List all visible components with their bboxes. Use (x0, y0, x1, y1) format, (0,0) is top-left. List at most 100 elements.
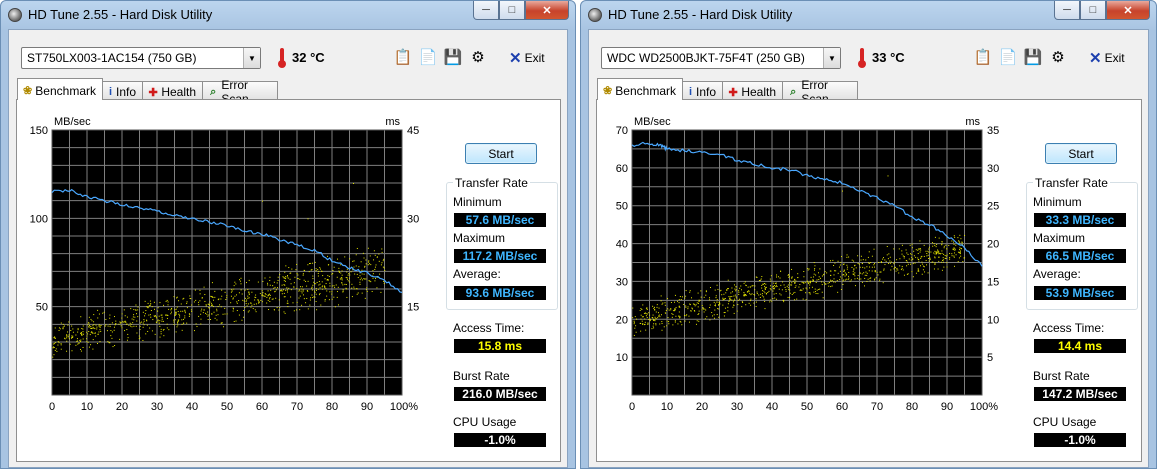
tab-info[interactable]: i Info (682, 81, 723, 100)
copy-screenshot-icon[interactable]: 📄 (419, 48, 438, 66)
access-point (868, 262, 870, 264)
copy-screenshot-icon[interactable]: 📄 (999, 48, 1018, 66)
drive-select[interactable]: WDC WD2500BJKT-75F4T (250 GB) ▼ (601, 47, 841, 69)
exit-button[interactable]: ✕ Exit (509, 49, 545, 67)
access-point (703, 296, 705, 298)
access-point (309, 304, 311, 306)
access-point (775, 276, 777, 278)
access-point (305, 302, 307, 304)
access-point (889, 262, 891, 264)
access-point (821, 281, 823, 283)
access-point (864, 277, 866, 279)
access-point (809, 282, 811, 284)
access-point (80, 341, 82, 343)
access-point (964, 234, 966, 236)
access-point (95, 324, 97, 326)
access-point (702, 308, 704, 310)
access-point (315, 301, 317, 303)
tab-benchmark[interactable]: ❀ Benchmark (17, 78, 103, 100)
access-point (69, 343, 71, 345)
access-point (857, 255, 859, 257)
access-point (789, 292, 791, 294)
access-point (269, 297, 271, 299)
access-point (251, 291, 253, 293)
access-point (700, 290, 702, 292)
access-point (108, 342, 110, 344)
access-point (126, 316, 128, 318)
start-button[interactable]: Start (1045, 143, 1117, 164)
access-point (921, 263, 923, 265)
access-point (353, 266, 355, 268)
access-point (255, 303, 257, 305)
access-point (697, 292, 699, 294)
right-tick-label: 15 (987, 276, 999, 288)
access-point (769, 278, 771, 280)
access-point (737, 299, 739, 301)
access-point (839, 270, 841, 272)
tab-health[interactable]: ✚ Health (142, 81, 203, 100)
start-button[interactable]: Start (465, 143, 537, 164)
copy-info-icon[interactable]: 📋 (974, 48, 993, 66)
access-point (88, 331, 90, 333)
access-point (214, 290, 216, 292)
access-point (318, 270, 320, 272)
access-point (717, 308, 719, 310)
title-bar[interactable]: HD Tune 2.55 - Hard Disk Utility ─ □ ✕ (581, 1, 1156, 29)
access-point (342, 289, 344, 291)
access-point (733, 300, 735, 302)
access-point (303, 298, 305, 300)
access-point (264, 277, 266, 279)
access-point (55, 342, 57, 344)
access-point (159, 325, 161, 327)
minimize-button[interactable]: ─ (1054, 1, 1080, 20)
access-point (285, 276, 287, 278)
options-icon[interactable]: ⚙ (469, 48, 487, 66)
access-point (883, 269, 885, 271)
access-point (243, 300, 245, 302)
access-point (791, 276, 793, 278)
access-outlier-point (262, 200, 263, 202)
access-point (109, 324, 111, 326)
copy-info-icon[interactable]: 📋 (394, 48, 413, 66)
access-point (269, 301, 271, 303)
access-point (941, 243, 943, 245)
access-point (889, 256, 891, 258)
access-point (52, 347, 54, 349)
tab-benchmark[interactable]: ❀ Benchmark (597, 78, 683, 100)
access-point (100, 330, 102, 332)
tab-health[interactable]: ✚ Health (722, 81, 783, 100)
access-point (791, 277, 793, 279)
chevron-down-icon[interactable]: ▼ (243, 48, 260, 68)
exit-button[interactable]: ✕ Exit (1089, 49, 1125, 67)
access-outlier-point (842, 190, 843, 192)
minimize-button[interactable]: ─ (473, 1, 499, 20)
access-point (934, 256, 936, 258)
x-tick-label: 80 (906, 401, 918, 413)
access-point (211, 304, 213, 306)
access-point (134, 316, 136, 318)
save-icon[interactable]: 💾 (444, 48, 463, 66)
tab-error-scan[interactable]: ⌕Error Scan (782, 78, 858, 106)
access-point (870, 277, 872, 279)
close-button[interactable]: ✕ (525, 1, 569, 20)
access-point (835, 270, 837, 272)
options-icon[interactable]: ⚙ (1049, 48, 1067, 66)
access-point (297, 278, 299, 280)
access-point (668, 323, 670, 325)
access-point (356, 288, 358, 290)
tab-info[interactable]: i Info (102, 81, 143, 100)
save-icon[interactable]: 💾 (1024, 48, 1043, 66)
title-bar[interactable]: HD Tune 2.55 - Hard Disk Utility ─ □ ✕ (1, 1, 575, 29)
chevron-down-icon[interactable]: ▼ (823, 48, 840, 68)
access-point (838, 266, 840, 268)
close-button[interactable]: ✕ (1106, 1, 1150, 20)
tab-error-scan[interactable]: ⌕Error Scan (202, 78, 278, 106)
drive-select[interactable]: ST750LX003-1AC154 (750 GB) ▼ (21, 47, 261, 69)
maximize-button[interactable]: □ (1080, 1, 1106, 20)
access-point (148, 314, 150, 316)
access-point (335, 284, 337, 286)
access-point (900, 269, 902, 271)
maximize-button[interactable]: □ (499, 1, 525, 20)
access-point (161, 316, 163, 318)
access-point (848, 275, 850, 277)
